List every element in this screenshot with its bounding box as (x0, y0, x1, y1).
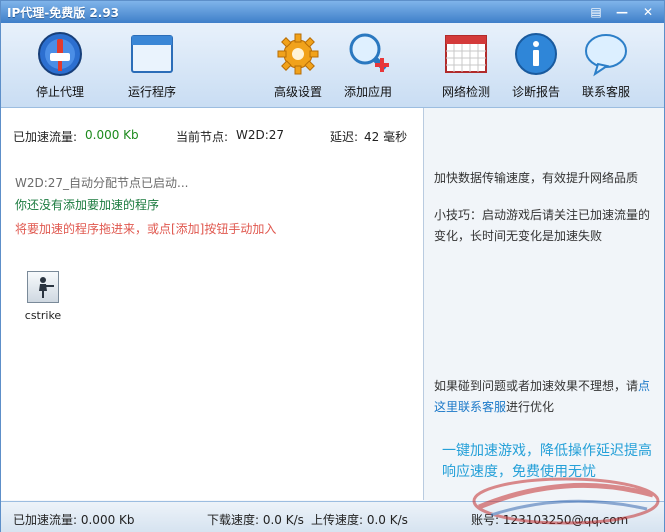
app-label: cstrike (24, 309, 62, 322)
menu-icon[interactable]: ▤ (586, 4, 606, 20)
close-icon[interactable]: ✕ (638, 4, 658, 20)
contact-button[interactable]: 联系客服 (571, 31, 641, 100)
network-check-label: 网络检测 (441, 85, 490, 99)
run-program-label: 运行程序 (127, 85, 176, 99)
advanced-settings-button[interactable]: 高级设置 (263, 31, 333, 100)
calendar-grid-icon (443, 31, 489, 77)
status-upload: 上传速度: 0.0 K/s (311, 513, 408, 527)
traffic-label: 已加速流量: (13, 130, 78, 144)
info-icon (513, 31, 559, 77)
node-label: 当前节点: (176, 130, 229, 144)
watermark-logo (472, 477, 660, 525)
stop-proxy-button[interactable]: 停止代理 (25, 31, 95, 100)
toolbar: 停止代理 运行程序 高级设置 添加应用 网络检测 诊断报告 联系客服 (1, 23, 664, 108)
latency-value: 42 毫秒 (364, 130, 408, 144)
contact-label: 联系客服 (581, 85, 630, 99)
minimize-icon[interactable]: — (612, 4, 632, 20)
soldier-icon (27, 271, 59, 303)
traffic-value: 0.000 Kb (85, 128, 139, 142)
app-item-cstrike[interactable]: cstrike (23, 271, 63, 322)
diagnosis-button[interactable]: 诊断报告 (501, 31, 571, 100)
help-prefix: 如果碰到问题或者加速效果不理想，请 (434, 379, 639, 393)
status-download: 下载速度: 0.0 K/s (207, 513, 304, 527)
help-text: 如果碰到问题或者加速效果不理想，请点这里联系客服进行优化 (434, 376, 656, 418)
window-controls: ▤ — ✕ (586, 4, 664, 20)
tip-speed: 加快数据传输速度，有效提升网络品质 (434, 171, 639, 185)
tip-trick: 小技巧：启动游戏后请关注已加速流量的变化，长时间无变化是加速失败 (434, 208, 651, 243)
window-title: IP代理-免费版 2.93 (7, 5, 120, 20)
help-suffix: 进行优化 (506, 400, 555, 414)
gear-icon (275, 31, 321, 77)
advanced-settings-label: 高级设置 (273, 85, 322, 99)
power-plug-icon (37, 31, 83, 77)
app-window: IP代理-免费版 2.93 ▤ — ✕ 停止代理 运行程序 高级设置 添加应用 … (0, 0, 665, 532)
run-program-button[interactable]: 运行程序 (117, 31, 187, 100)
add-app-label: 添加应用 (343, 85, 392, 99)
title-bar[interactable]: IP代理-免费版 2.93 ▤ — ✕ (1, 1, 664, 23)
diagnosis-label: 诊断报告 (511, 85, 560, 99)
app-drop-area[interactable]: 已加速流量: 0.000 Kb 当前节点: W2D:27 延迟: 42 毫秒 W… (1, 108, 424, 500)
magnifier-plus-icon (345, 31, 391, 77)
log-line-empty: 你还没有添加要加速的程序 (15, 198, 160, 212)
network-check-button[interactable]: 网络检测 (431, 31, 501, 100)
stop-proxy-label: 停止代理 (35, 85, 84, 99)
speech-bubble-icon (583, 31, 629, 77)
log-line-hint: 将要加速的程序拖进来，或点[添加]按钮手动加入 (15, 222, 277, 236)
latency-label: 延迟: (330, 130, 359, 144)
node-value: W2D:27 (236, 128, 285, 142)
status-traffic: 已加速流量: 0.000 Kb (13, 513, 135, 527)
tips-panel: 加快数据传输速度，有效提升网络品质 小技巧：启动游戏后请关注已加速流量的变化，长… (424, 108, 664, 500)
add-app-button[interactable]: 添加应用 (333, 31, 403, 100)
log-line-node: W2D:27_自动分配节点已启动... (15, 176, 189, 190)
window-icon (129, 31, 175, 77)
